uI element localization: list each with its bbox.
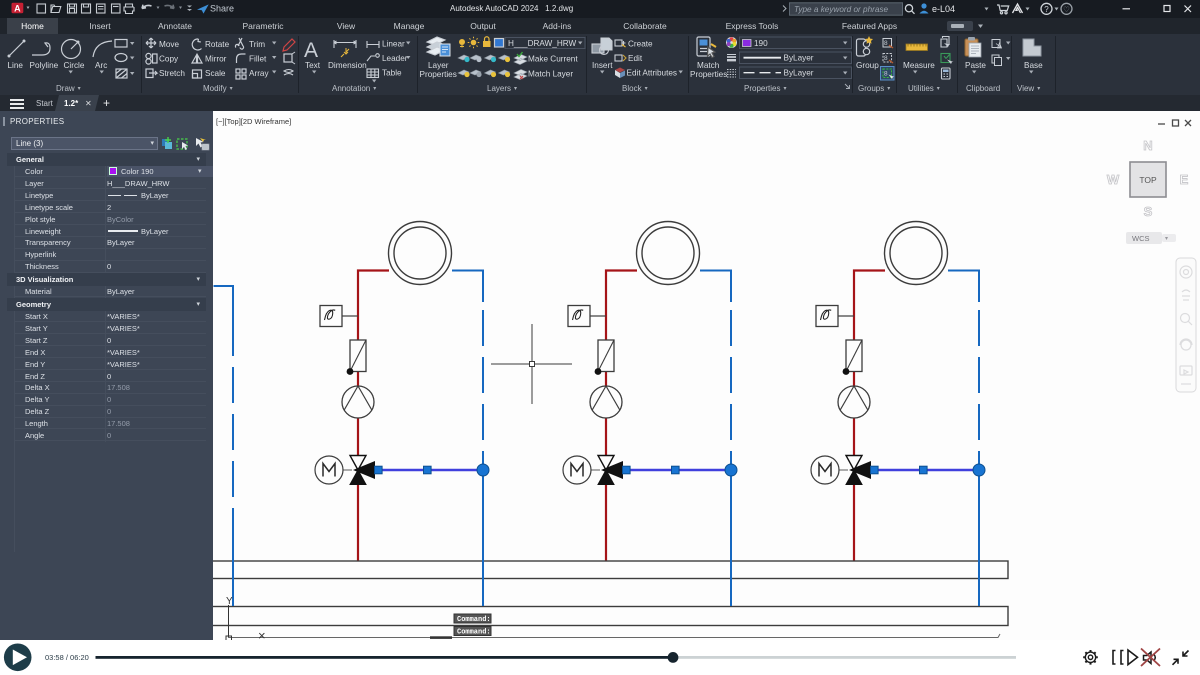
svg-text:?: ? (1044, 5, 1049, 14)
svg-text:Layer: Layer (428, 61, 449, 70)
svg-text:Fillet: Fillet (249, 55, 267, 64)
svg-text:03:58 / 06:20: 03:58 / 06:20 (45, 653, 89, 662)
svg-text:Base: Base (1024, 61, 1043, 70)
svg-text:e-L04: e-L04 (932, 4, 955, 14)
svg-text:[−][Top][2D Wireframe]: [−][Top][2D Wireframe] (216, 117, 291, 126)
svg-text:ByLayer: ByLayer (784, 54, 814, 63)
svg-text:Properties: Properties (420, 70, 457, 79)
svg-text:Rotate: Rotate (205, 40, 230, 49)
svg-text:W: W (1107, 172, 1120, 187)
svg-text:Command:: Command: (457, 629, 491, 637)
svg-text:×: × (258, 628, 266, 640)
svg-text:Circle: Circle (64, 61, 85, 70)
svg-text:Leader: Leader (382, 54, 408, 63)
svg-text:Make Current: Make Current (528, 55, 578, 64)
svg-text:Create: Create (628, 40, 653, 49)
svg-text:A: A (304, 39, 318, 62)
svg-text:Mirror: Mirror (205, 55, 227, 64)
svg-text:Y: Y (226, 596, 233, 607)
svg-text:Share: Share (210, 4, 234, 14)
svg-text:ByLayer: ByLayer (784, 69, 814, 78)
svg-text:TOP: TOP (1139, 175, 1157, 185)
svg-text:Polyline: Polyline (30, 61, 59, 70)
svg-text:Insert: Insert (592, 61, 613, 70)
svg-text:N: N (1143, 138, 1152, 153)
svg-text:Measure: Measure (903, 61, 935, 70)
svg-text:WCS: WCS (1132, 234, 1150, 243)
svg-text:Array: Array (249, 69, 269, 78)
svg-text:Line: Line (8, 61, 24, 70)
svg-text:Match Layer: Match Layer (528, 70, 573, 79)
svg-text:E: E (1180, 172, 1189, 187)
svg-text:Stretch: Stretch (159, 69, 185, 78)
svg-text:Paste: Paste (965, 61, 986, 70)
svg-text:Group: Group (856, 61, 879, 70)
svg-text:8: 8 (884, 71, 888, 78)
svg-text:Linear: Linear (382, 40, 405, 49)
svg-text:Arc: Arc (95, 61, 107, 70)
svg-text:Properties: Properties (690, 70, 727, 79)
svg-text:Match: Match (697, 61, 720, 70)
svg-text:A: A (14, 3, 21, 13)
svg-text:Move: Move (159, 40, 179, 49)
svg-text:Edit: Edit (628, 54, 643, 63)
svg-text:H___DRAW_HRW: H___DRAW_HRW (508, 39, 577, 48)
svg-text:Edit Attributes: Edit Attributes (627, 69, 678, 78)
svg-text:Scale: Scale (205, 69, 226, 78)
svg-text:Copy: Copy (159, 55, 179, 64)
svg-text:S: S (1144, 204, 1153, 219)
svg-text:▾: ▾ (1165, 236, 1168, 242)
svg-text:Text: Text (305, 61, 321, 70)
svg-text:Trim: Trim (249, 40, 265, 49)
svg-text:Command:: Command: (457, 616, 491, 624)
svg-text:8: 8 (884, 40, 888, 47)
svg-text:Dimension: Dimension (328, 61, 367, 70)
svg-text:Table: Table (382, 69, 402, 78)
svg-text:8: 8 (884, 55, 888, 62)
svg-text:♡: ♡ (1063, 5, 1070, 14)
svg-text:Type a keyword or phrase: Type a keyword or phrase (794, 5, 888, 14)
svg-text:190: 190 (754, 39, 768, 48)
